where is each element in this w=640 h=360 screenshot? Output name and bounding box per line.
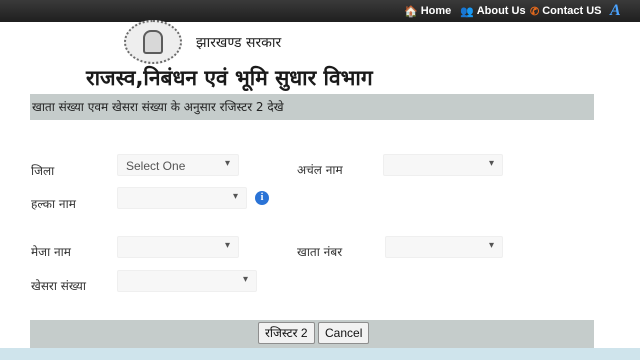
nav-home-link[interactable]: 🏠 Home [404,0,451,22]
chevron-down-icon: ▾ [488,158,494,169]
mauza-label: मेजा नाम [31,245,71,259]
nav-about-label: About Us [476,5,526,17]
accessibility-font-button[interactable]: A [610,0,621,22]
district-label: जिला [31,164,55,178]
khesra-select[interactable]: ▾ [117,270,257,292]
form-heading-band: खाता संख्या एवम खेसरा संख्या के अनुसार र… [30,94,594,120]
page-bottom-strip [0,348,640,360]
register-2-button[interactable]: रजिस्टर 2 [258,322,315,344]
district-select-value: Select One [126,159,186,173]
chevron-down-icon: ▾ [224,240,230,251]
nav-about-link[interactable]: 👥 About Us [460,0,526,22]
halka-select[interactable]: ▾ [117,187,247,209]
users-icon: 👥 [460,5,474,18]
government-name: झारखण्ड सरकार [196,35,282,51]
accessibility-icon: A [610,2,621,19]
khata-label: खाता नंबर [297,245,343,259]
chevron-down-icon: ▾ [232,191,238,202]
form-heading: खाता संख्या एवम खेसरा संख्या के अनुसार र… [32,100,284,114]
nav-contact-label: Contact US [542,5,602,17]
khesra-label: खेसरा संख्या [31,279,86,293]
chevron-down-icon: ▾ [488,240,494,251]
district-select[interactable]: Select One ▾ [117,154,239,176]
home-icon: 🏠 [404,5,418,18]
halka-label: हल्का नाम [31,197,76,211]
info-icon[interactable]: i [255,191,269,205]
cancel-button[interactable]: Cancel [318,322,370,344]
department-title: राजस्व,निबंधन एवं भूमि सुधार विभाग [86,66,373,90]
state-emblem-logo [124,20,182,64]
nav-contact-link[interactable]: ✆ Contact US [530,0,602,22]
khata-select[interactable]: ▾ [385,236,503,258]
mauza-select[interactable]: ▾ [117,236,239,258]
chevron-down-icon: ▾ [242,274,248,285]
circle-label: अचंल नाम [297,163,343,177]
emblem-icon [143,30,163,54]
phone-icon: ✆ [530,5,540,18]
chevron-down-icon: ▾ [224,158,230,169]
nav-home-label: Home [420,5,452,17]
circle-select[interactable]: ▾ [383,154,503,176]
